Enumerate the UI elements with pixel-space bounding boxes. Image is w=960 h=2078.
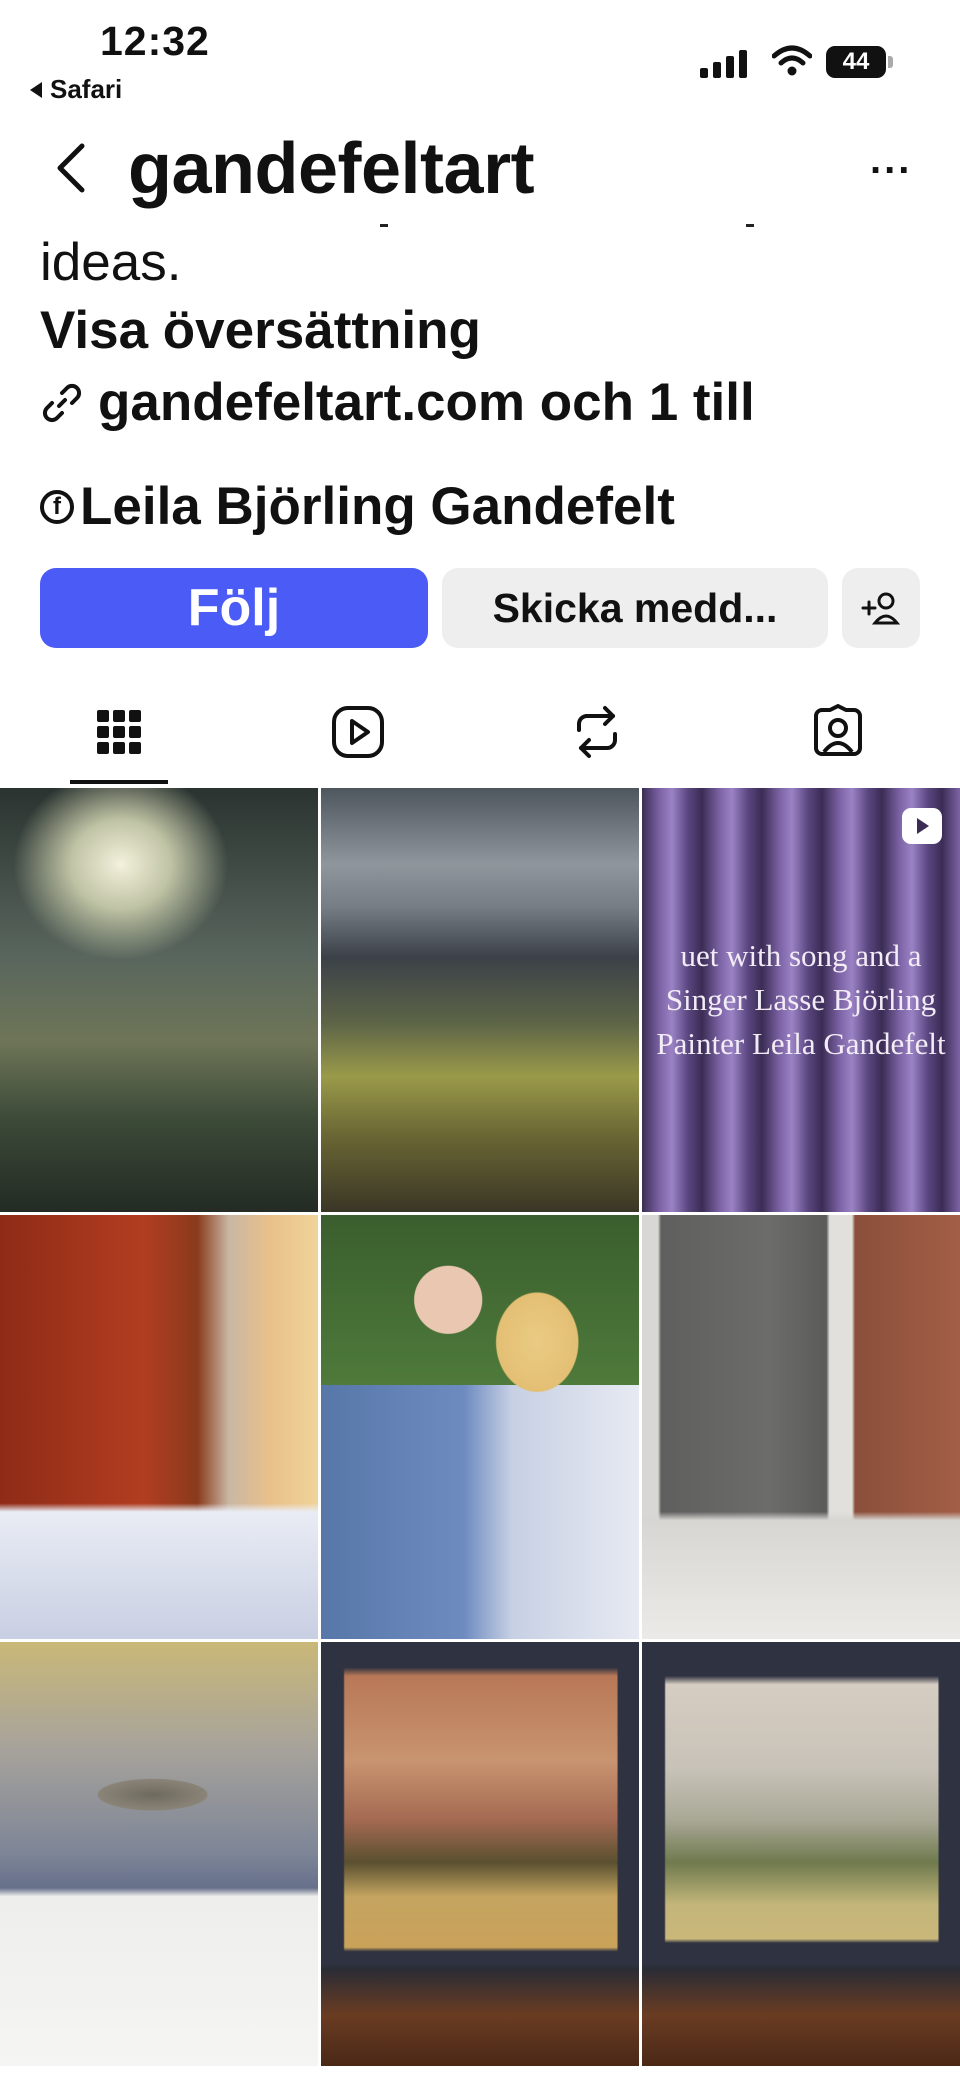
- grid-post[interactable]: [321, 1642, 639, 2066]
- suggested-users-button[interactable]: [842, 568, 920, 648]
- facebook-name: Leila Björling Gandefelt: [80, 477, 675, 536]
- battery-icon: 44: [826, 46, 886, 78]
- facebook-profile-link[interactable]: f Leila Björling Gandefelt: [40, 476, 675, 537]
- tab-reposts[interactable]: [537, 692, 657, 772]
- tab-tagged[interactable]: [778, 692, 898, 772]
- grid-post[interactable]: [0, 1215, 318, 1639]
- reel-badge-icon: [902, 808, 942, 844]
- tagged-icon: [814, 704, 862, 756]
- back-triangle-icon: [30, 81, 42, 98]
- grid-post[interactable]: [321, 1215, 639, 1639]
- repost-icon: [577, 706, 617, 758]
- post-grid: uet with song and a Singer Lasse Björlin…: [0, 788, 960, 2066]
- follow-button[interactable]: Följ: [40, 568, 428, 648]
- grid-post[interactable]: [642, 1215, 960, 1639]
- bio-website-link[interactable]: gandefeltart.com och 1 till: [40, 372, 755, 433]
- battery-level: 44: [842, 48, 870, 75]
- bio-text: ideas.: [40, 233, 182, 292]
- grid-post[interactable]: [642, 1642, 960, 2066]
- facebook-icon: f: [40, 489, 74, 524]
- reel-caption-line: Painter Leila Gandefelt: [656, 1026, 946, 1061]
- message-button[interactable]: Skicka medd...: [442, 568, 828, 648]
- cellular-signal-icon: [700, 48, 747, 78]
- wifi-icon: [772, 45, 812, 76]
- active-tab-indicator: [70, 780, 168, 784]
- reel-caption-line: uet with song and a: [680, 938, 922, 973]
- back-to-safari[interactable]: Safari: [30, 74, 122, 105]
- grid-post[interactable]: [0, 1642, 318, 2066]
- tab-grid[interactable]: [59, 692, 179, 772]
- scroll-fragment: [380, 224, 388, 227]
- back-chevron-icon[interactable]: [48, 140, 92, 196]
- grid-post[interactable]: [321, 788, 639, 1212]
- website-link-text: gandefeltart.com och 1 till: [98, 373, 755, 432]
- link-icon: [42, 383, 82, 422]
- scroll-fragment: [746, 224, 754, 227]
- more-options-icon[interactable]: ...: [870, 140, 912, 180]
- tab-reels[interactable]: [298, 692, 418, 772]
- add-user-icon: [861, 592, 901, 625]
- see-translation-link[interactable]: Visa översättning: [40, 300, 481, 361]
- grid-icon: [97, 710, 141, 754]
- profile-username: gandefeltart: [128, 129, 535, 209]
- reel-caption-line: Singer Lasse Björling: [665, 982, 937, 1017]
- back-app-label: Safari: [50, 74, 123, 104]
- battery-tip: [888, 56, 893, 68]
- grid-post-reel[interactable]: uet with song and a Singer Lasse Björlin…: [642, 788, 960, 1212]
- status-time: 12:32: [100, 18, 210, 64]
- grid-post[interactable]: [0, 788, 318, 1212]
- reels-icon: [332, 706, 384, 758]
